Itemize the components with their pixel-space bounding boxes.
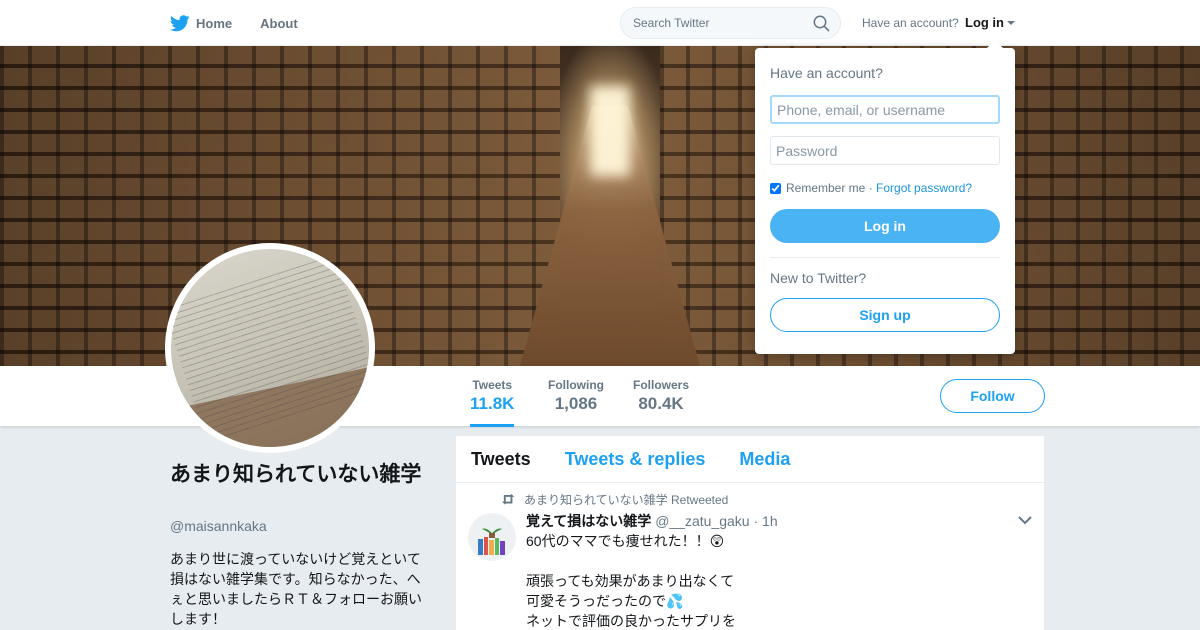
retweet-context-text: あまり知られていない雑学 Retweeted [524, 493, 729, 507]
login-dropdown: Have an account? Remember me · Forgot pa… [755, 40, 1015, 354]
signup-button[interactable]: Sign up [770, 298, 1000, 332]
forgot-password-link[interactable]: Forgot password? [876, 181, 972, 195]
login-divider [770, 257, 1000, 258]
stat-following-label: Following [548, 378, 604, 392]
tweet-line: 頑張っても効果があまり出なくて [526, 573, 735, 589]
tweet-author-handle[interactable]: @__zatu_gaku [655, 513, 749, 529]
login-toggle-label: Log in [965, 15, 1004, 30]
stat-followers-value: 80.4K [638, 394, 684, 413]
nav-home-link[interactable]: Home [170, 14, 233, 32]
tweet-author-name[interactable]: 覚えて損はない雑学 [526, 513, 651, 529]
profile-bio: あまり世に渡っていないけど覚えといて損はない雑学集です。知らなかった、へぇと思い… [170, 551, 422, 627]
search-icon[interactable] [813, 15, 830, 32]
profile-avatar[interactable] [165, 243, 375, 453]
tweet-header: 覚えて損はない雑学 @__zatu_gaku · 1h [526, 511, 778, 531]
banner-window-light [590, 86, 630, 176]
login-button[interactable]: Log in [770, 209, 1000, 243]
profile-handle[interactable]: @maisannkaka [170, 518, 267, 534]
stat-tweets-label: Tweets [472, 378, 513, 392]
timeline: Tweets Tweets & replies Media あまり知られていない… [456, 436, 1044, 630]
stat-tweets-value: 11.8K [470, 394, 515, 413]
profile-name[interactable]: あまり知られていない雑学 [170, 461, 430, 489]
stat-followers[interactable]: Followers 80.4K [633, 378, 689, 414]
nav-left: Home About [170, 0, 298, 46]
new-to-twitter-text: New to Twitter? [770, 270, 867, 286]
tweet-text: 60代のママでも痩せれた！！😲 頑張っても効果があまり出なくて 可愛そうっだった… [526, 531, 1006, 630]
follow-button[interactable]: Follow [940, 379, 1045, 413]
stat-following[interactable]: Following 1,086 [548, 378, 604, 414]
remember-me-label[interactable]: Remember me [786, 181, 865, 195]
login-dropdown-title: Have an account? [770, 65, 883, 81]
nav-about-link[interactable]: About [260, 16, 298, 31]
stat-followers-label: Followers [633, 378, 690, 392]
books-plant-icon [478, 528, 505, 555]
twitter-bird-icon [170, 14, 190, 31]
tweet-timestamp[interactable]: · 1h [753, 513, 777, 529]
tab-tweets[interactable]: Tweets [471, 449, 531, 470]
tab-media[interactable]: Media [739, 449, 790, 470]
avatar-image [171, 249, 369, 447]
tweet-author-avatar[interactable] [468, 513, 516, 561]
login-dropdown-toggle[interactable]: Log in [965, 15, 1015, 30]
search-box[interactable] [620, 7, 841, 39]
remember-separator: · [865, 181, 877, 195]
caret-down-icon [1007, 21, 1015, 25]
timeline-tabs: Tweets Tweets & replies Media [456, 436, 1044, 483]
tweet-line: 60代のママでも痩せれた！！😲 [526, 533, 725, 549]
chevron-down-icon[interactable] [1018, 515, 1032, 525]
tweet-line: ネットで評価の良かったサプリを [526, 613, 736, 629]
stat-tweets[interactable]: Tweets 11.8K [470, 378, 515, 427]
nav-home-label: Home [196, 15, 233, 31]
retweet-context: あまり知られていない雑学 Retweeted [501, 491, 728, 508]
search-input[interactable] [633, 16, 803, 30]
tweet-line [526, 551, 1006, 571]
top-nav-bar: Home About Have an account? Log in [0, 0, 1200, 46]
tab-tweets-replies[interactable]: Tweets & replies [565, 449, 706, 470]
remember-me-checkbox[interactable] [770, 182, 781, 194]
password-field[interactable] [770, 136, 1000, 165]
retweet-icon [501, 494, 515, 505]
remember-row: Remember me · Forgot password? [770, 181, 1000, 195]
tweet-line: 可愛そうっだったので💦 [526, 593, 684, 609]
username-field[interactable] [770, 95, 1000, 124]
stat-following-value: 1,086 [554, 394, 598, 413]
have-account-text: Have an account? [862, 16, 959, 30]
